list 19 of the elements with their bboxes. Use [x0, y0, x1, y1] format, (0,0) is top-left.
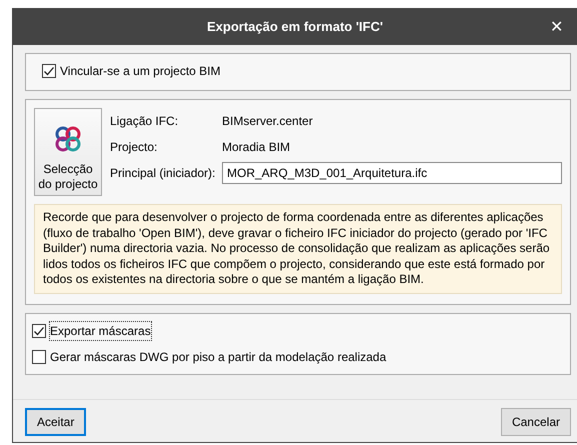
checkbox-label: Vincular-se a um projecto BIM — [60, 63, 221, 80]
checkbox[interactable] — [42, 64, 56, 78]
project-selection-button[interactable]: Selecção do projecto — [34, 108, 102, 196]
checkbox[interactable] — [32, 324, 46, 338]
field-label: Projecto: — [110, 139, 158, 156]
field-value: BIMserver.center — [222, 113, 313, 130]
checkbox-label: Gerar máscaras DWG por piso a partir da modelação realizada — [50, 348, 386, 366]
linked-rings-icon — [53, 124, 83, 154]
window-title: Exportação em formato 'IFC' — [207, 18, 383, 36]
input-field[interactable]: MOR_ARQ_M3D_001_Arquitetura.ifc — [222, 162, 562, 184]
field-label: Principal (iniciador): — [110, 165, 216, 182]
field-value: Moradia BIM — [222, 139, 290, 156]
accept-button[interactable]: Aceitar — [25, 408, 86, 436]
close-button[interactable]: ✕ — [544, 14, 569, 42]
field-label: Ligação IFC: — [110, 113, 180, 130]
checkbox-label: Exportar máscaras — [50, 322, 151, 340]
info-note: Recorde que para desenvolver o projecto de forma coordenada entre as diferentes aplicações (fluxo de trabalho 'Open BIM'), deve gravar o ficheiro IFC iniciador do projecto (gerado por 'IFC Builder') numa directoria vazia. No processo de consolidação que realizam as aplicações serão lidos todos os ficheiros IFC que compõem o projecto, considerando que este está formado por todos os existentes na directoria sobre o que se mantém a ligação BIM. — [34, 204, 562, 294]
checkbox[interactable] — [32, 350, 46, 364]
cancel-button[interactable]: Cancelar — [500, 408, 571, 436]
